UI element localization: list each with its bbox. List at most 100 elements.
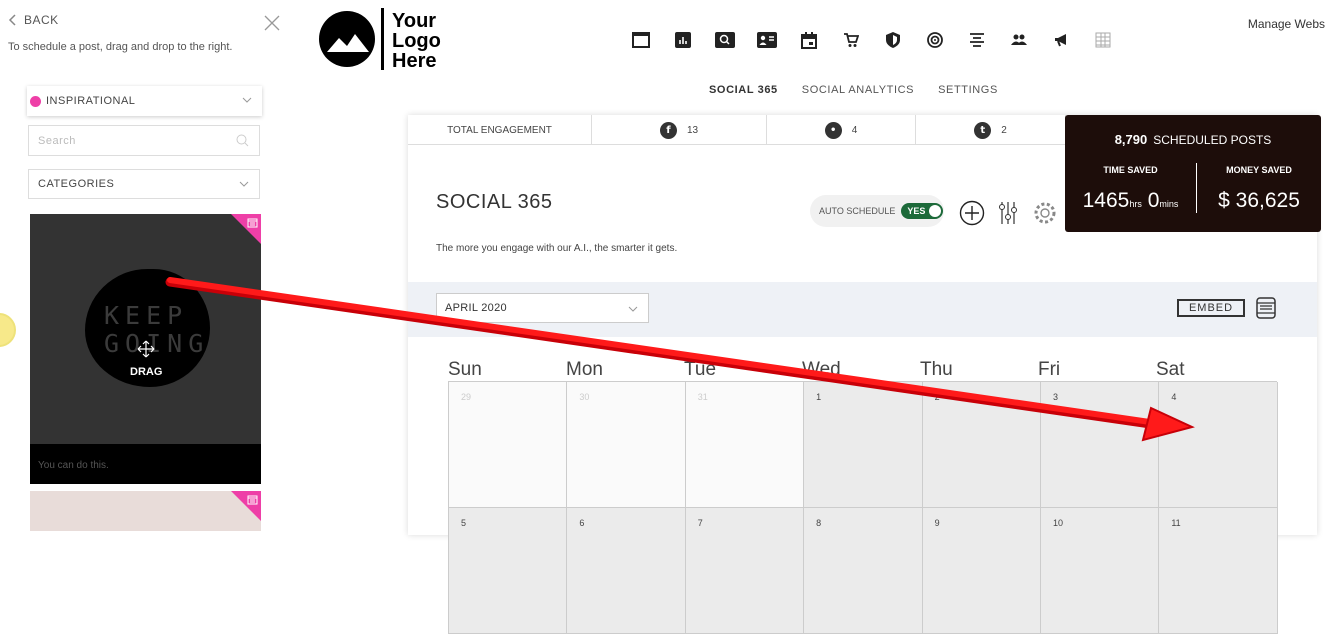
weekday-label: Fri — [1038, 359, 1061, 380]
tab-social-analytics[interactable]: SOCIAL ANALYTICS — [802, 84, 914, 96]
building-icon[interactable] — [1082, 30, 1124, 50]
mins-unit: mins — [1159, 199, 1179, 209]
weekday-label: Sun — [448, 359, 482, 380]
sidebar: BACK To schedule a post, drag and drop t… — [0, 0, 290, 531]
calendar-day-cell[interactable]: 4 — [1159, 382, 1278, 508]
target-icon[interactable] — [914, 30, 956, 50]
search-placeholder: Search — [38, 134, 76, 147]
weekday-label: Wed — [802, 359, 841, 380]
tumblr-icon: t — [974, 121, 992, 139]
time-hrs: 1465 — [1082, 189, 1130, 212]
cart-icon[interactable] — [830, 30, 872, 50]
bar-chart-icon[interactable] — [662, 30, 704, 50]
month-select[interactable]: APRIL 2020 — [436, 293, 649, 323]
calendar-icon[interactable] — [788, 30, 830, 50]
calendar-grid: 29 30 31 1 2 3 4 5 6 7 8 9 10 11 — [448, 381, 1278, 634]
chevron-down-icon — [628, 306, 638, 312]
company-logo: Your Logo Here — [319, 8, 441, 70]
toggle-value: YES — [907, 206, 926, 216]
twitter-count: 4 — [851, 124, 858, 136]
window-icon[interactable] — [620, 30, 662, 50]
month-select-value: APRIL 2020 — [445, 302, 507, 314]
calendar-day-cell[interactable]: 1 — [804, 382, 923, 508]
shield-icon[interactable] — [872, 30, 914, 50]
logo-text-1: Your — [392, 10, 436, 32]
calendar-day-cell[interactable]: 7 — [685, 508, 805, 634]
twitter-stat[interactable]: • 4 — [767, 115, 916, 145]
scheduled-label: SCHEDULED POSTS — [1153, 133, 1272, 147]
scheduled-count: 8,790 — [1114, 132, 1148, 147]
total-engagement-label: TOTAL ENGAGEMENT — [447, 124, 552, 136]
category-color-dot — [30, 95, 41, 107]
align-icon[interactable] — [956, 30, 998, 50]
post-card[interactable] — [30, 491, 261, 531]
search-input[interactable]: Search — [28, 125, 260, 156]
contact-card-icon[interactable] — [746, 30, 788, 50]
page-subtitle: The more you engage with our A.I., the s… — [436, 243, 678, 254]
tumblr-count: 2 — [1001, 124, 1007, 136]
toggle-switch[interactable]: YES — [901, 203, 944, 219]
calendar-day-cell[interactable]: 8 — [804, 508, 923, 634]
back-button[interactable]: BACK — [8, 13, 59, 27]
money-saved-value: $ 36,625 — [1218, 189, 1300, 212]
megaphone-icon[interactable] — [1040, 30, 1082, 50]
weekday-label: Mon — [566, 359, 603, 380]
drag-label: DRAG — [130, 366, 163, 378]
scheduled-summary: 8,790 SCHEDULED POSTS TIME SAVED MONEY SA… — [1065, 115, 1321, 232]
twitter-icon: • — [824, 121, 842, 139]
calendar-icon[interactable] — [247, 217, 258, 228]
tab-social-365[interactable]: SOCIAL 365 — [709, 84, 778, 96]
calendar-day-cell[interactable]: 30 — [567, 382, 686, 508]
hrs-unit: hrs — [1129, 199, 1142, 209]
toggle-knob — [929, 205, 942, 217]
categories-label: CATEGORIES — [38, 178, 115, 190]
add-post-icon[interactable] — [959, 200, 985, 226]
weekday-label: Thu — [920, 359, 953, 380]
sliders-icon[interactable] — [997, 201, 1019, 225]
time-saved-label: TIME SAVED — [1103, 165, 1158, 175]
embed-frame-icon[interactable] — [1256, 297, 1276, 319]
move-icon — [137, 340, 155, 358]
category-select-value: INSPIRATIONAL — [46, 95, 136, 107]
chevron-left-icon — [8, 14, 16, 26]
calendar-day-cell[interactable]: 9 — [922, 508, 1041, 634]
total-engagement: TOTAL ENGAGEMENT — [408, 115, 592, 145]
calendar-day-cell[interactable]: 31 — [685, 382, 805, 508]
logo-text-2: Logo — [392, 30, 441, 52]
post-card[interactable]: KEEP GOING DRAG You can do this. — [30, 214, 261, 484]
tumblr-stat[interactable]: t2 — [916, 115, 1066, 145]
main-tabs: SOCIAL 365 SOCIAL ANALYTICS SETTINGS — [709, 84, 998, 96]
calendar-day-cell[interactable]: 11 — [1159, 508, 1278, 634]
people-icon[interactable] — [998, 30, 1040, 50]
gear-icon[interactable] — [1032, 200, 1058, 226]
post-caption: You can do this. — [30, 444, 261, 484]
facebook-stat[interactable]: f 13 — [592, 115, 767, 145]
logo-text-3: Here — [392, 50, 436, 70]
calendar-icon[interactable] — [247, 494, 258, 505]
embed-button[interactable]: EMBED — [1177, 299, 1245, 317]
back-label: BACK — [24, 13, 59, 27]
auto-schedule-toggle[interactable]: AUTO SCHEDULE YES — [810, 195, 944, 227]
scheduled-posts: 8,790 SCHEDULED POSTS — [1065, 132, 1321, 147]
categories-dropdown[interactable]: CATEGORIES — [28, 169, 260, 199]
calendar-day-cell[interactable]: 10 — [1040, 508, 1160, 634]
app-nav — [620, 30, 1124, 50]
search-icon — [236, 134, 249, 147]
calendar-day-cell[interactable]: 3 — [1040, 382, 1160, 508]
facebook-icon: f — [659, 121, 677, 139]
weekday-header: Sun Mon Tue Wed Thu Fri Sat — [448, 359, 1274, 381]
calendar-day-cell[interactable]: 5 — [449, 508, 568, 634]
calendar-day-cell[interactable]: 6 — [567, 508, 686, 634]
manage-websites-link[interactable]: Manage Webs — [1248, 17, 1325, 31]
time-saved-value: 1465hrs 0mins — [1065, 189, 1196, 213]
money-saved-label: MONEY SAVED — [1226, 165, 1292, 175]
search-box-icon[interactable] — [704, 30, 746, 50]
category-select[interactable]: INSPIRATIONAL — [27, 86, 262, 116]
drag-hint: To schedule a post, drag and drop to the… — [8, 41, 233, 53]
tab-settings[interactable]: SETTINGS — [938, 84, 998, 96]
calendar-day-cell[interactable]: 2 — [922, 382, 1041, 508]
facebook-count: 13 — [686, 124, 699, 136]
auto-schedule-label: AUTO SCHEDULE — [819, 206, 896, 216]
close-icon[interactable] — [262, 13, 282, 33]
calendar-day-cell[interactable]: 29 — [449, 382, 568, 508]
